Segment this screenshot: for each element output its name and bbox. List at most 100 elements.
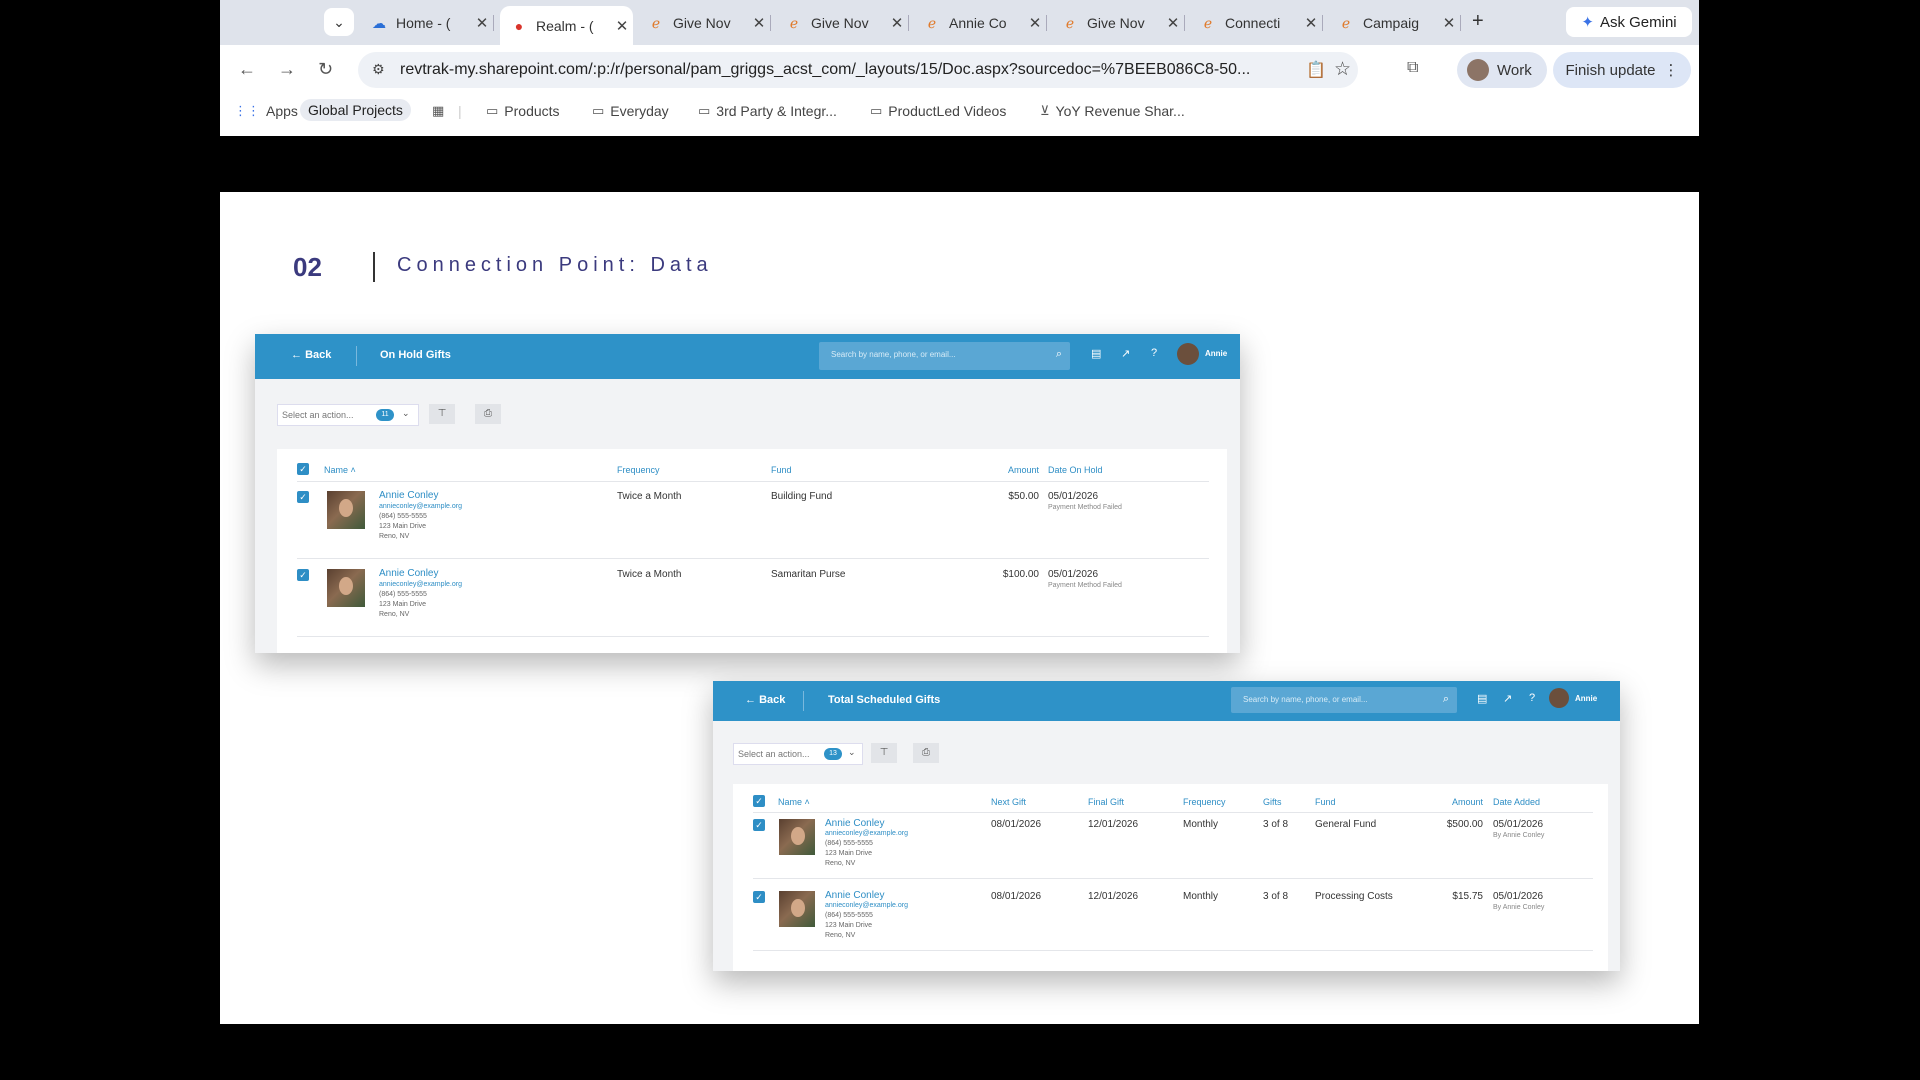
donor-street: 123 Main Drive [379, 601, 427, 608]
donor-email[interactable]: annieconley@example.org [825, 830, 908, 837]
close-icon[interactable]: ✕ [611, 17, 633, 35]
site-settings-icon[interactable]: ⚙ [372, 61, 385, 78]
bookmark-star-icon[interactable]: ☆ [1334, 58, 1351, 81]
column-header-frequency[interactable]: Frequency [617, 465, 660, 475]
column-header-fund[interactable]: Fund [1315, 797, 1336, 807]
new-tab-button[interactable]: + [1472, 10, 1484, 33]
column-header-amount[interactable]: Amount [1423, 797, 1483, 807]
donor-name[interactable]: Annie Conley [379, 490, 438, 501]
tab-annie-conley[interactable]: ℯ Annie Co ✕ [913, 6, 1047, 40]
print-button[interactable]: ⎙ [475, 404, 501, 424]
reload-icon[interactable]: ↻ [318, 59, 333, 80]
finish-update-button[interactable]: Finish update ⋮ [1553, 52, 1691, 88]
help-icon[interactable]: ? [1151, 347, 1157, 359]
filter-button[interactable]: ⊤ [871, 743, 897, 763]
avatar[interactable] [1549, 688, 1569, 708]
column-header-date-added[interactable]: Date Added [1493, 797, 1540, 807]
address-bar[interactable]: ⚙ revtrak-my.sharepoint.com/:p:/r/person… [358, 52, 1358, 88]
donor-name[interactable]: Annie Conley [825, 890, 884, 901]
filter-button[interactable]: ⊤ [429, 404, 455, 424]
ask-gemini-button[interactable]: ✦ Ask Gemini [1566, 7, 1692, 37]
edge-icon: ℯ [927, 14, 937, 31]
tab-give-now-2[interactable]: ℯ Give Nov ✕ [775, 6, 909, 40]
bookmark-products[interactable]: ▭ Products [486, 103, 560, 119]
search-icon[interactable]: ⌕ [1056, 348, 1062, 361]
added-by: By Annie Conley [1493, 832, 1545, 839]
avatar[interactable] [1177, 343, 1199, 365]
close-icon[interactable]: ✕ [471, 14, 493, 32]
bookmark-productled-videos[interactable]: ▭ ProductLed Videos [870, 103, 1006, 119]
donor-email[interactable]: annieconley@example.org [379, 503, 462, 510]
tab-connection[interactable]: ℯ Connecti ✕ [1189, 6, 1323, 40]
close-icon[interactable]: ✕ [1024, 14, 1046, 32]
column-header-name[interactable]: Name ˄ [324, 465, 356, 475]
column-header-fund[interactable]: Fund [771, 465, 792, 475]
tab-home[interactable]: ☁ Home - ( ✕ [360, 6, 494, 40]
tab-title: Give Nov [673, 15, 731, 31]
tab-title: Realm - ( [536, 17, 594, 34]
url-text[interactable]: revtrak-my.sharepoint.com/:p:/r/personal… [400, 61, 1250, 79]
row-checkbox[interactable]: ✓ [753, 891, 765, 903]
select-all-checkbox[interactable]: ✓ [753, 795, 765, 807]
bookmark-global-projects[interactable]: Global Projects [300, 99, 411, 121]
forward-arrow-icon[interactable]: → [278, 59, 296, 80]
clipboard-icon[interactable]: 📋 [1306, 60, 1326, 80]
donor-name[interactable]: Annie Conley [825, 818, 884, 829]
bookmark-everyday[interactable]: ▭ Everyday [592, 103, 669, 119]
column-header-final-gift[interactable]: Final Gift [1088, 797, 1124, 807]
tab-give-now-3[interactable]: ℯ Give Nov ✕ [1051, 6, 1185, 40]
back-link[interactable]: ← Back [745, 694, 785, 706]
filter-icon: ⊤ [879, 747, 889, 758]
select-action-dropdown[interactable]: Select an action... 13 ⌄ [733, 743, 863, 765]
donor-email[interactable]: annieconley@example.org [379, 581, 462, 588]
bookmark-3rd-party[interactable]: ▭ 3rd Party & Integr... [698, 103, 837, 119]
back-arrow-icon[interactable]: ← [238, 59, 256, 80]
donor-city: Reno, NV [379, 611, 410, 618]
row-checkbox[interactable]: ✓ [297, 491, 309, 503]
close-icon[interactable]: ✕ [748, 14, 770, 32]
date-cell: 05/01/2026 [1048, 569, 1099, 580]
tab-give-now-1[interactable]: ℯ Give Nov ✕ [637, 6, 771, 40]
tab-campaign[interactable]: ℯ Campaig ✕ [1327, 6, 1461, 40]
select-all-checkbox[interactable]: ✓ [297, 463, 309, 475]
print-icon: ⎙ [922, 747, 930, 758]
column-header-amount[interactable]: Amount [967, 465, 1039, 475]
column-header-next-gift[interactable]: Next Gift [991, 797, 1026, 807]
link-icon[interactable]: ↗ [1121, 347, 1130, 360]
donor-email[interactable]: annieconley@example.org [825, 902, 908, 909]
user-name[interactable]: Annie [1205, 349, 1227, 358]
search-icon[interactable]: ⌕ [1443, 693, 1449, 706]
tab-search-button[interactable]: ⌄ [324, 8, 354, 36]
close-icon[interactable]: ✕ [1300, 14, 1322, 32]
donor-name[interactable]: Annie Conley [379, 568, 438, 579]
amount-cell: $500.00 [1446, 819, 1483, 830]
search-input[interactable]: Search by name, phone, or email... ⌕ [1231, 687, 1457, 713]
bookmark-apps[interactable]: ⋮⋮ Apps [234, 103, 298, 119]
bookmark-yoy-revenue[interactable]: ⊻ YoY Revenue Shar... [1040, 103, 1185, 119]
column-header-frequency[interactable]: Frequency [1183, 797, 1226, 807]
hold-reason: Payment Method Failed [1048, 582, 1122, 589]
back-link[interactable]: ← Back [291, 349, 331, 361]
user-name[interactable]: Annie [1575, 694, 1597, 703]
tab-realm[interactable]: ● Realm - ( ✕ [500, 6, 633, 45]
chat-icon[interactable]: ▤ [1477, 692, 1487, 705]
search-input[interactable]: Search by name, phone, or email... ⌕ [819, 342, 1070, 370]
extensions-icon[interactable]: ⧉ [1407, 59, 1418, 77]
profile-button[interactable]: Work [1457, 52, 1547, 88]
select-action-dropdown[interactable]: Select an action... 11 ⌄ [277, 404, 419, 426]
tab-groups-icon[interactable]: ▦ [432, 103, 450, 119]
column-header-gifts[interactable]: Gifts [1263, 797, 1282, 807]
chat-icon[interactable]: ▤ [1091, 347, 1101, 360]
print-button[interactable]: ⎙ [913, 743, 939, 763]
row-checkbox[interactable]: ✓ [753, 819, 765, 831]
link-icon[interactable]: ↗ [1503, 692, 1512, 705]
column-header-date-on-hold[interactable]: Date On Hold [1048, 465, 1103, 475]
close-icon[interactable]: ✕ [1162, 14, 1184, 32]
close-icon[interactable]: ✕ [1438, 14, 1460, 32]
sparkle-icon: ✦ [1581, 14, 1594, 31]
close-icon[interactable]: ✕ [886, 14, 908, 32]
column-header-name[interactable]: Name ˄ [778, 797, 810, 807]
help-icon[interactable]: ? [1529, 692, 1535, 704]
row-checkbox[interactable]: ✓ [297, 569, 309, 581]
folder-icon: ▭ [486, 103, 499, 118]
